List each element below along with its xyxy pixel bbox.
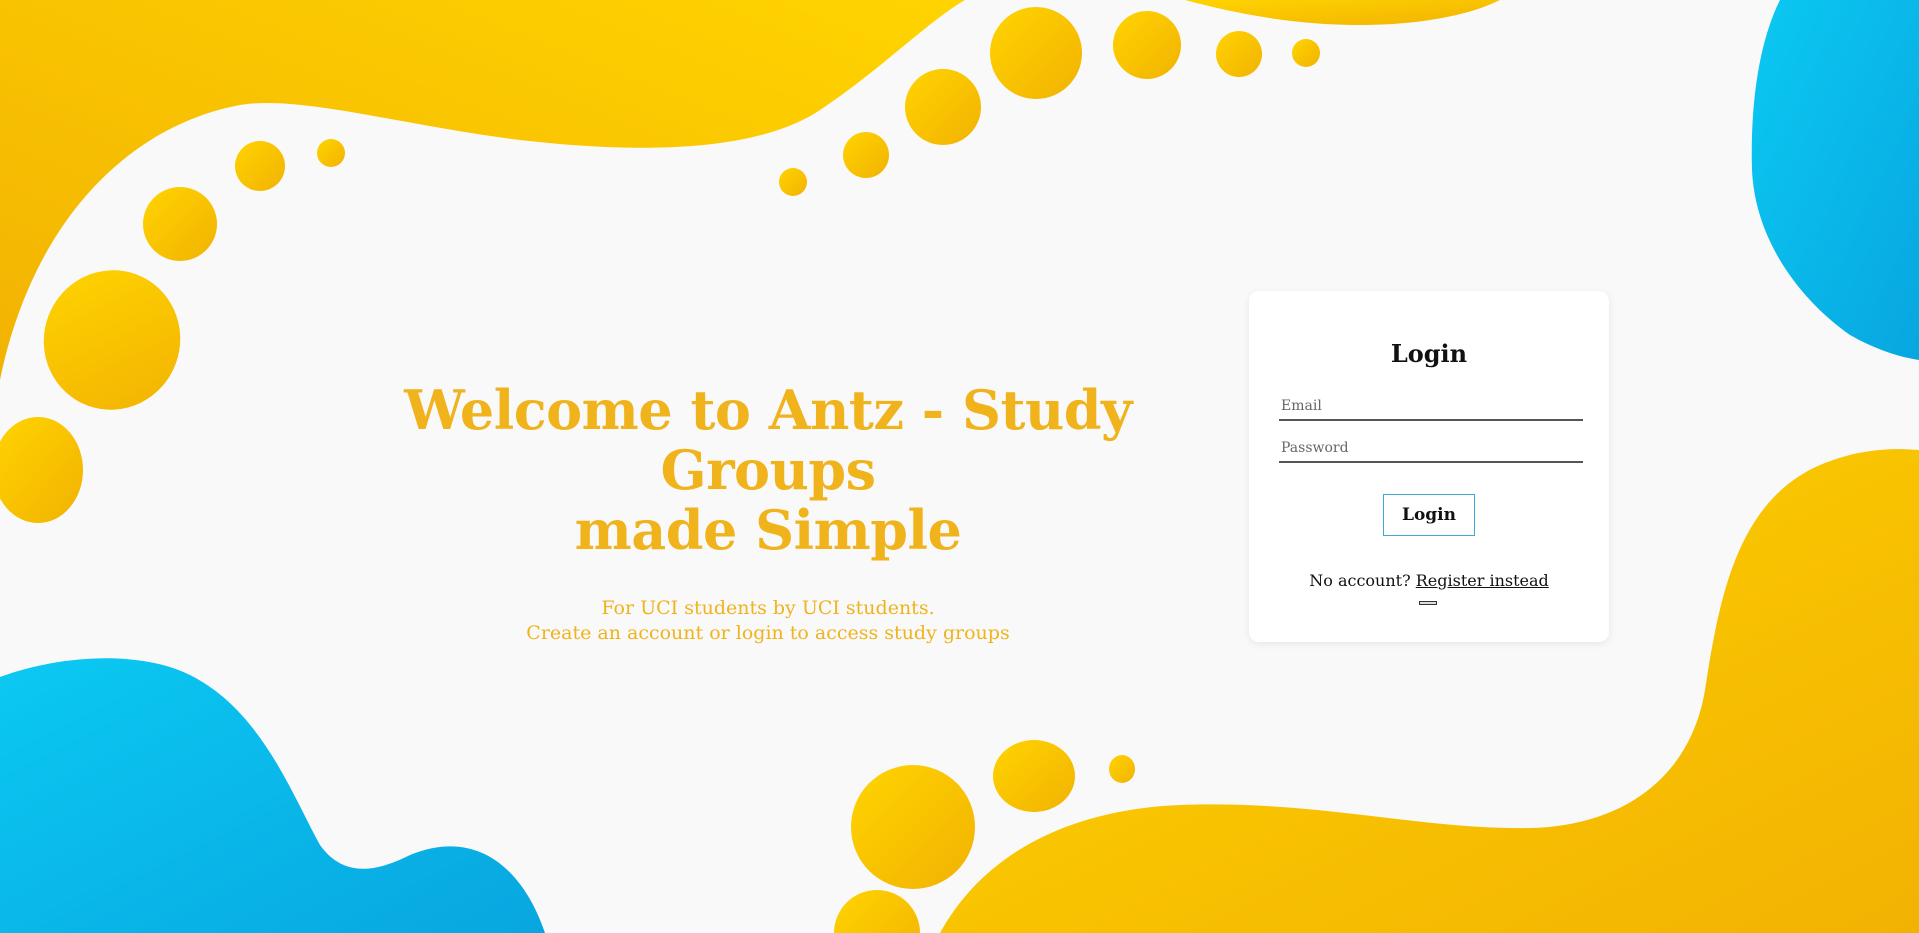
register-row: No account? Register instead bbox=[1249, 571, 1609, 590]
page-subtitle: For UCI students by UCI students. Create… bbox=[300, 596, 1236, 646]
decorative-dot bbox=[143, 187, 217, 261]
password-field[interactable] bbox=[1279, 435, 1583, 463]
decorative-dot bbox=[851, 765, 975, 889]
blue-blob-top-right bbox=[1751, 0, 1919, 360]
blue-blob-bottom-left bbox=[0, 658, 545, 933]
title-line-2: made Simple bbox=[574, 498, 962, 562]
no-account-text: No account? bbox=[1309, 571, 1411, 590]
small-toggle-button[interactable] bbox=[1419, 601, 1437, 605]
hero-section: Welcome to Antz - Study Groups made Simp… bbox=[300, 380, 1236, 646]
decorative-dot bbox=[834, 890, 920, 933]
register-link[interactable]: Register instead bbox=[1416, 571, 1549, 590]
decorative-dot bbox=[1292, 39, 1320, 67]
login-card: Login Login No account? Register instead bbox=[1249, 291, 1609, 642]
decorative-dot bbox=[990, 7, 1082, 99]
email-field[interactable] bbox=[1279, 393, 1583, 421]
subtitle-line-1: For UCI students by UCI students. bbox=[601, 597, 935, 619]
yellow-blob-top-right bbox=[1185, 0, 1500, 25]
decorative-dot bbox=[235, 141, 285, 191]
page-title: Welcome to Antz - Study Groups made Simp… bbox=[300, 380, 1236, 560]
login-card-title: Login bbox=[1390, 339, 1468, 368]
decorative-dot bbox=[905, 69, 981, 145]
decorative-dot bbox=[1216, 31, 1262, 77]
subtitle-line-2: Create an account or login to access stu… bbox=[526, 622, 1010, 644]
login-button[interactable]: Login bbox=[1383, 494, 1475, 536]
decorative-dot bbox=[1113, 11, 1181, 79]
title-line-1: Welcome to Antz - Study Groups bbox=[404, 378, 1132, 502]
decorative-dot bbox=[843, 132, 889, 178]
decorative-dot bbox=[43, 270, 181, 410]
decorative-dot bbox=[1109, 755, 1135, 783]
decorative-dot bbox=[0, 417, 83, 523]
decorative-dot bbox=[993, 740, 1075, 812]
decorative-dot bbox=[779, 168, 807, 196]
decorative-dot bbox=[317, 139, 345, 167]
